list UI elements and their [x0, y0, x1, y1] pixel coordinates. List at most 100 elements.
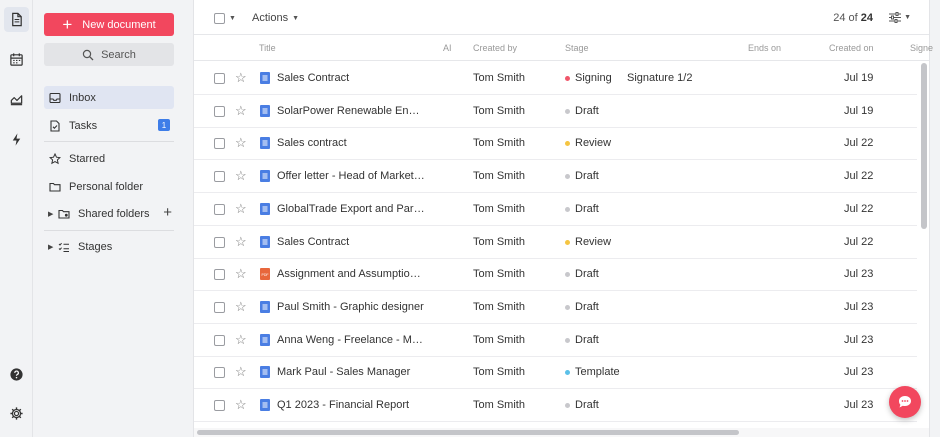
document-file-icon — [260, 137, 270, 150]
created-on-date: Jul 22 — [844, 235, 874, 248]
star-icon[interactable]: ☆ — [235, 103, 247, 119]
stage-label: Template — [575, 366, 620, 379]
column-header-created-by[interactable]: Created by — [473, 43, 517, 53]
sidebar-item-inbox[interactable]: Inbox — [44, 86, 174, 109]
row-checkbox[interactable] — [214, 138, 225, 150]
table-row[interactable]: ☆ Anna Weng - Freelance - Motion... Tom Sm… — [194, 324, 917, 357]
stage-status-dot — [565, 272, 570, 278]
created-by: Tom Smith — [473, 72, 525, 84]
table-row[interactable]: ☆ SolarPower Renewable Energy ... Tom Smit… — [194, 95, 917, 128]
star-icon[interactable]: ☆ — [235, 135, 247, 151]
chevron-down-icon: ▼ — [229, 15, 236, 22]
select-all-checkbox[interactable] — [214, 13, 225, 24]
add-shared-folder-icon[interactable]: + — [163, 205, 172, 220]
table-row[interactable]: ☆ Sales Contract Tom Smith Review Jul 22 — [194, 226, 917, 259]
stage-status-dot — [565, 141, 570, 147]
settings-gear-icon[interactable] — [4, 401, 29, 426]
column-header-title[interactable]: Title — [259, 43, 276, 53]
counter-shown: 24 of — [833, 12, 861, 24]
row-checkbox[interactable] — [214, 236, 225, 248]
expand-caret-icon[interactable]: ▶ — [48, 210, 53, 218]
table-row[interactable]: ☆ PDF Assignment and Assumption of... Tom S… — [194, 258, 917, 292]
documents-icon[interactable] — [4, 7, 29, 32]
created-by: Tom Smith — [473, 268, 525, 281]
document-title[interactable]: SolarPower Renewable Energy ... — [277, 105, 425, 117]
star-icon[interactable]: ☆ — [235, 299, 247, 315]
row-checkbox[interactable] — [214, 301, 225, 313]
sidebar-item-tasks[interactable]: Tasks 1 — [44, 114, 174, 137]
document-title[interactable]: Offer letter - Head of Marketing — [277, 170, 425, 182]
column-header-created-on[interactable]: Created on — [829, 43, 874, 53]
sidebar-item-shared-folders[interactable]: ▶ Shared folders + — [44, 202, 174, 225]
star-icon[interactable]: ☆ — [235, 201, 247, 217]
document-title[interactable]: GlobalTrade Export and Partner... — [277, 203, 425, 215]
row-checkbox[interactable] — [214, 105, 225, 117]
counter-total: 24 — [860, 12, 873, 24]
created-by: Tom Smith — [473, 366, 525, 379]
automation-bolt-icon[interactable] — [4, 127, 29, 152]
star-icon[interactable]: ☆ — [235, 70, 247, 86]
column-header-ai[interactable]: AI — [443, 43, 452, 53]
inbox-icon — [49, 92, 61, 104]
table-row[interactable]: ☆ Sales Contract Tom Smith Signing Signature… — [194, 62, 917, 95]
star-icon[interactable]: ☆ — [235, 364, 247, 380]
row-checkbox[interactable] — [214, 334, 225, 346]
document-title[interactable]: Q1 2023 - Financial Report — [277, 399, 425, 411]
search-button[interactable]: Search — [44, 43, 174, 66]
document-title[interactable]: Paul Smith - Graphic designer — [277, 301, 425, 313]
created-by: Tom Smith — [473, 399, 525, 411]
stage-status-dot — [565, 370, 570, 376]
table-row[interactable]: ☆ Offer letter - Head of Marketing Tom Smi… — [194, 160, 917, 194]
stage-label: Review — [575, 137, 612, 150]
stage-label: Draft — [575, 202, 599, 215]
document-title[interactable]: Sales contract — [277, 137, 425, 149]
star-icon[interactable]: ☆ — [235, 332, 247, 348]
table-row[interactable]: ☆ Mark Paul - Sales Manager Tom Smith Templ… — [194, 356, 917, 390]
row-checkbox[interactable] — [214, 73, 225, 84]
table-row[interactable]: ☆ Q1 2023 - Financial Report Tom Smith Draf… — [194, 389, 917, 422]
stage-status-dot — [565, 304, 570, 310]
new-document-button[interactable]: + New document — [44, 13, 174, 36]
stage-status-dot — [565, 174, 570, 180]
row-checkbox[interactable] — [214, 400, 225, 411]
created-on-date: Jul 19 — [844, 104, 874, 117]
created-on-date: Jul 22 — [844, 137, 874, 150]
horizontal-scrollbar[interactable] — [197, 430, 739, 435]
star-icon[interactable]: ☆ — [235, 397, 247, 413]
row-checkbox[interactable] — [214, 171, 225, 183]
expand-caret-icon[interactable]: ▶ — [48, 243, 53, 251]
table-row[interactable]: ☆ GlobalTrade Export and Partner... Tom Sm… — [194, 193, 917, 226]
created-by: Tom Smith — [473, 137, 525, 150]
column-header-stage[interactable]: Stage — [565, 43, 589, 53]
sidebar-item-personal-folder[interactable]: Personal folder — [44, 175, 174, 198]
column-header-signer[interactable]: Signe — [910, 43, 933, 53]
new-document-label: New document — [82, 18, 156, 31]
vertical-scrollbar[interactable] — [921, 63, 927, 229]
row-checkbox[interactable] — [214, 367, 225, 379]
table-row[interactable]: ☆ Sales contract Tom Smith Review Jul 22 — [194, 127, 917, 161]
column-header-ends-on[interactable]: Ends on — [748, 43, 781, 53]
table-row[interactable]: ☆ Paul Smith - Graphic designer Tom Smith D… — [194, 291, 917, 324]
document-title[interactable]: Anna Weng - Freelance - Motion... — [277, 334, 425, 346]
created-on-date: Jul 22 — [844, 170, 874, 183]
chat-support-button[interactable] — [889, 386, 921, 418]
analytics-icon[interactable] — [4, 87, 29, 112]
stage-status-dot — [565, 403, 570, 408]
actions-dropdown[interactable]: Actions ▼ — [252, 12, 299, 24]
row-checkbox[interactable] — [214, 203, 225, 215]
help-icon[interactable] — [4, 362, 29, 387]
sidebar-item-starred[interactable]: Starred — [44, 147, 174, 170]
row-checkbox[interactable] — [214, 269, 225, 281]
document-title[interactable]: Mark Paul - Sales Manager — [277, 366, 425, 378]
document-title[interactable]: Sales Contract — [277, 72, 425, 84]
select-all-dropdown[interactable]: ▼ — [214, 13, 236, 24]
star-icon[interactable]: ☆ — [235, 266, 247, 282]
created-by: Tom Smith — [473, 104, 525, 117]
sidebar-item-stages[interactable]: ▶ Stages — [44, 235, 174, 258]
calendar-icon[interactable] — [4, 47, 29, 72]
document-title[interactable]: Sales Contract — [277, 236, 425, 248]
column-settings-dropdown[interactable]: ▼ — [889, 12, 911, 23]
star-icon[interactable]: ☆ — [235, 168, 247, 184]
document-title[interactable]: Assignment and Assumption of... — [277, 268, 425, 280]
star-icon[interactable]: ☆ — [235, 234, 247, 250]
